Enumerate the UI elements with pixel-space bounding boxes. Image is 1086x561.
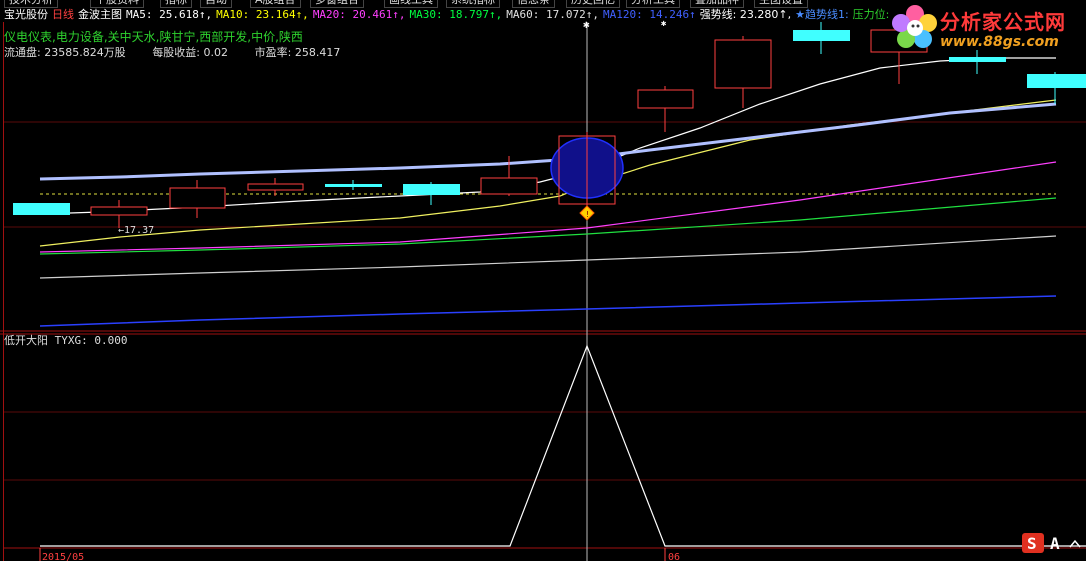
- candle: [403, 184, 460, 195]
- candle: [949, 57, 1006, 62]
- cursor-star-top: ✱: [583, 18, 590, 31]
- candle: [1027, 74, 1086, 88]
- kline-chart[interactable]: ✱ ✱ ! ←17.37 2015/05 06: [0, 0, 1086, 561]
- sub-indicator-value: TYXG: 0.000: [54, 334, 128, 347]
- candle: [714, 39, 772, 89]
- watermark-letter-s: S: [1027, 534, 1037, 553]
- ma60-line: [39, 235, 1057, 279]
- strong-line: [39, 102, 1057, 181]
- candle: [637, 89, 694, 109]
- logo-url: www.88gs.com: [940, 34, 1059, 50]
- flower-icon: [892, 5, 937, 48]
- candle: [480, 177, 538, 195]
- ma120-line: [39, 295, 1057, 327]
- price-marker-label: ←17.37: [118, 225, 154, 236]
- site-logo: 分析家公式网 www.88gs.com: [888, 2, 1080, 56]
- tyxg-signal-line: [40, 344, 1086, 547]
- candle: [169, 187, 226, 209]
- candle: [793, 30, 850, 41]
- candle: [325, 184, 382, 187]
- logo-title: 分析家公式网: [940, 10, 1066, 34]
- sub-panel-header: 低开大阳 TYXG: 0.000: [4, 332, 127, 348]
- candle: [90, 206, 148, 216]
- date-label-may: 2015/05: [42, 552, 84, 561]
- cursor-star-2: ✱: [661, 19, 667, 29]
- candle: [247, 183, 304, 191]
- watermark-letter-a: A: [1050, 534, 1060, 553]
- candle: [13, 203, 70, 215]
- date-label-june: 06: [668, 552, 680, 561]
- signal-diamond-mark: !: [585, 210, 590, 219]
- sa-watermark-icon: S A: [1022, 533, 1081, 553]
- sub-indicator-name[interactable]: 低开大阳: [4, 334, 48, 347]
